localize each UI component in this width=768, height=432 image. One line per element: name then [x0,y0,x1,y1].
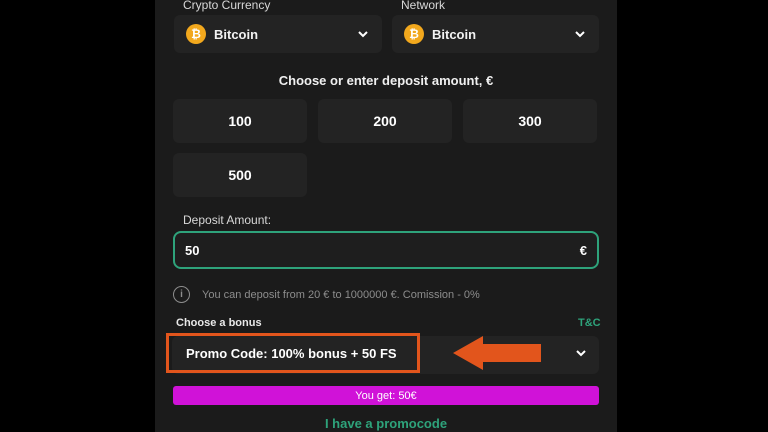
crypto-currency-label: Crypto Currency [183,0,271,12]
info-icon: i [173,286,190,303]
bitcoin-icon: ₿ [186,24,206,44]
chevron-down-icon[interactable] [574,346,588,360]
terms-link[interactable]: T&C [578,317,601,329]
you-get-bar: You get: 50€ [173,386,599,405]
bonus-selected-highlight[interactable]: Promo Code: 100% bonus + 50 FS [166,333,420,373]
deposit-amount-label: Deposit Amount: [183,213,272,227]
choose-bonus-label: Choose a bonus [176,317,262,329]
network-select[interactable]: ₿ Bitcoin [392,15,599,53]
deposit-amount-heading: Choose or enter deposit amount, € [278,73,494,88]
amount-option-100[interactable]: 100 [173,99,307,143]
arrow-left-icon [453,336,541,370]
bonus-selected-value: Promo Code: 100% bonus + 50 FS [186,345,397,361]
deposit-amount-value: 50 [185,242,200,258]
chevron-down-icon [575,31,585,38]
you-get-text: You get: 50€ [355,389,417,402]
chevron-down-icon [358,31,368,38]
amount-option-200[interactable]: 200 [318,99,452,143]
bitcoin-icon: ₿ [404,24,424,44]
network-value: Bitcoin [432,26,477,42]
promocode-link[interactable]: I have a promocode [155,416,617,431]
crypto-currency-select[interactable]: ₿ Bitcoin [174,15,382,53]
currency-symbol: € [579,242,587,258]
deposit-info-text: You can deposit from 20 € to 1000000 €. … [202,288,480,301]
deposit-amount-input[interactable]: 50 € [173,231,599,269]
amount-option-300[interactable]: 300 [463,99,597,143]
amount-option-500[interactable]: 500 [173,153,307,197]
deposit-info: i You can deposit from 20 € to 1000000 €… [173,286,480,303]
crypto-currency-value: Bitcoin [214,26,259,42]
network-label: Network [401,0,446,12]
